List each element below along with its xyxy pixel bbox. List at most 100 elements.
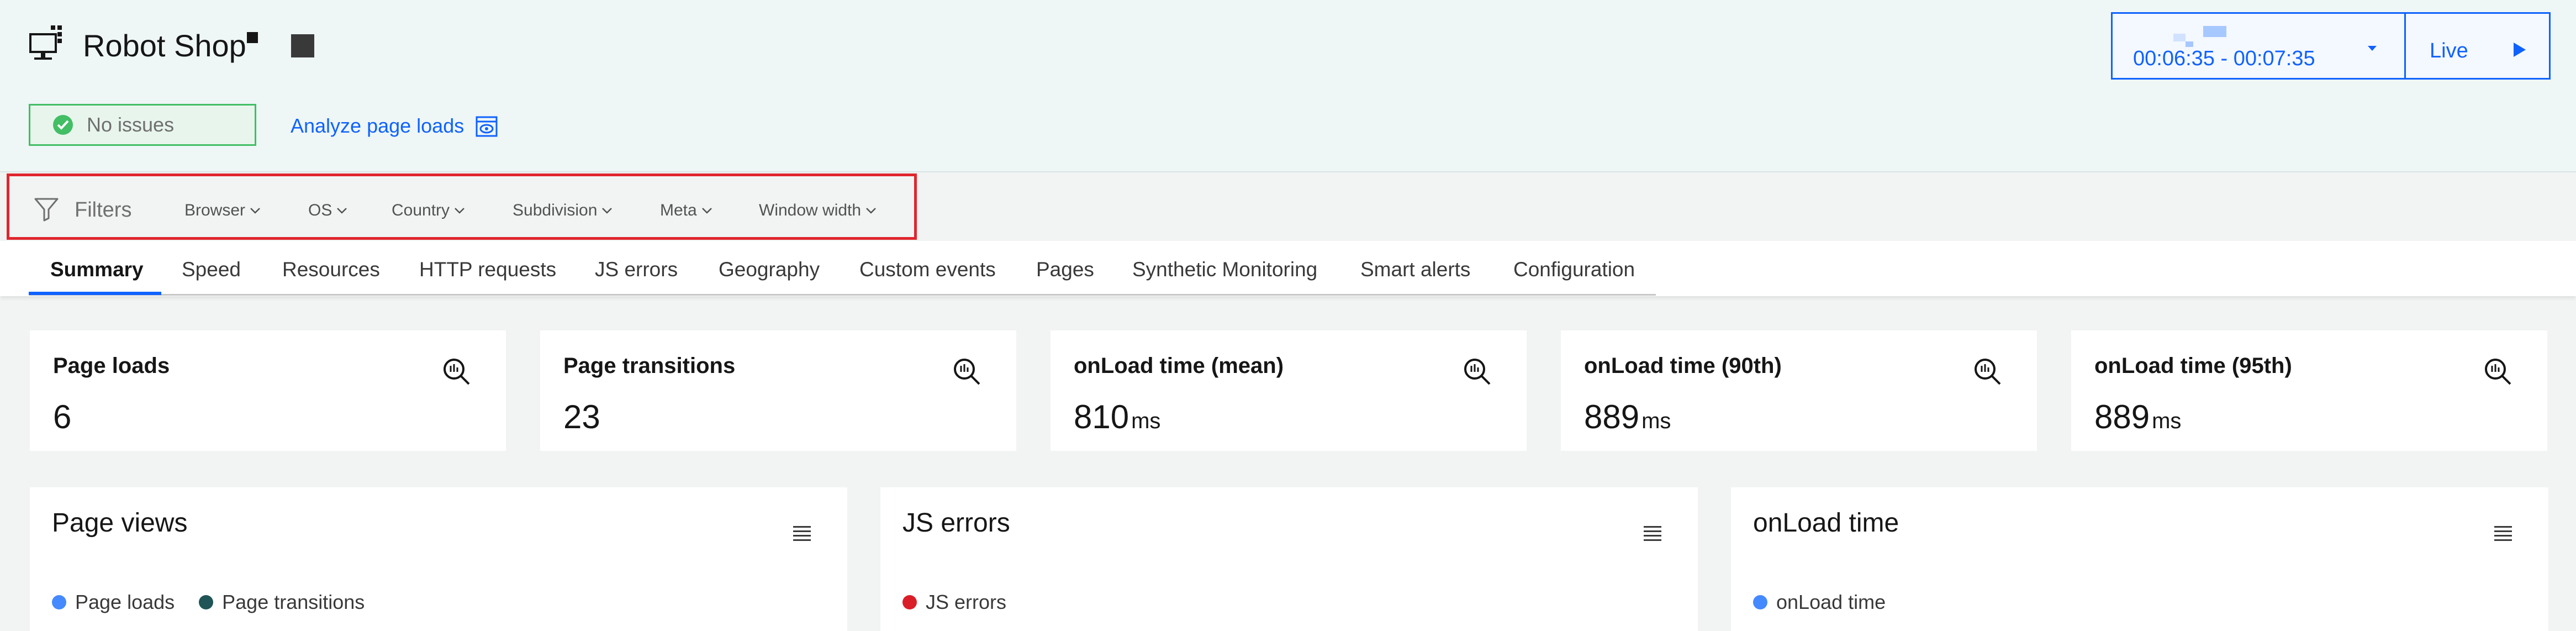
tab-js-errors[interactable]: JS errors [595, 257, 678, 282]
filter-label: Subdivision [513, 201, 598, 219]
chart-legend: Page loads Page transitions [52, 590, 389, 614]
play-icon[interactable] [2509, 40, 2528, 59]
tab-summary[interactable]: Summary [50, 257, 144, 282]
status-label: No issues [87, 113, 175, 136]
metric-unit: ms [1641, 409, 1671, 433]
tab-divider [29, 294, 1656, 296]
legend-label: JS errors [926, 591, 1007, 613]
filter-label: Meta [660, 201, 697, 219]
metric-value: 889 ms [1584, 397, 1671, 441]
funnel-icon[interactable] [34, 196, 59, 222]
metric-number: 23 [563, 398, 600, 435]
filter-subdivision[interactable]: Subdivision [513, 199, 614, 222]
metric-card-onload-90th: onLoad time (90th) 889 ms [1561, 330, 2037, 451]
metric-number: 889 [1584, 398, 1640, 435]
tab-speed[interactable]: Speed [182, 257, 241, 282]
legend-label: Page transitions [222, 591, 365, 613]
stop-icon[interactable] [291, 34, 314, 57]
legend-item-onload-time[interactable]: onLoad time [1753, 590, 1886, 614]
app-title: Robot Shop [83, 28, 246, 63]
metric-unit: ms [1131, 409, 1161, 433]
metric-number: 889 [2094, 398, 2150, 435]
filter-os[interactable]: OS [308, 199, 349, 222]
chevron-down-icon [455, 208, 464, 214]
metric-card-page-loads: Page loads 6 [30, 330, 506, 451]
legend-label: onLoad time [1776, 591, 1886, 613]
filter-label: OS [308, 201, 332, 219]
legend-item-js-errors[interactable]: JS errors [902, 590, 1006, 614]
menu-icon[interactable] [1643, 524, 1662, 544]
legend-dot [1753, 595, 1767, 609]
time-picker[interactable]: 00:06:35 - 00:07:35 Live [2111, 12, 2551, 80]
status-badge: No issues [29, 104, 256, 146]
metric-title: Page transitions [563, 354, 736, 378]
time-range-label: 00:06:35 - 00:07:35 [2133, 47, 2315, 70]
tab-resources[interactable]: Resources [282, 257, 380, 282]
filter-label: Window width [759, 201, 862, 219]
chevron-down-icon [337, 208, 347, 214]
zoom-in-icon[interactable] [1971, 355, 2004, 388]
filter-label: Country [392, 201, 450, 219]
tab-configuration[interactable]: Configuration [1513, 257, 1635, 282]
metric-number: 810 [1074, 398, 1129, 435]
chart-legend: onLoad time [1753, 590, 1910, 614]
tab-geography[interactable]: Geography [719, 257, 820, 282]
filter-meta[interactable]: Meta [660, 199, 714, 222]
menu-icon[interactable] [2493, 524, 2513, 544]
analyze-page-loads-link[interactable]: Analyze page loads [291, 114, 464, 138]
tab-http-requests[interactable]: HTTP requests [419, 257, 556, 282]
chart-card-js-errors: JS errors JS errors [880, 487, 1698, 631]
tab-smart-alerts[interactable]: Smart alerts [1360, 257, 1470, 282]
chart-title: Page views [52, 508, 188, 538]
filter-country[interactable]: Country [392, 199, 466, 222]
filter-browser[interactable]: Browser [184, 199, 262, 222]
zoom-in-icon[interactable] [2481, 355, 2514, 388]
chart-title: JS errors [902, 508, 1010, 538]
legend-label: Page loads [75, 591, 175, 613]
caret-down-icon[interactable] [2364, 40, 2380, 56]
metric-unit: ms [2152, 409, 2182, 433]
legend-item-page-transitions[interactable]: Page transitions [199, 590, 365, 614]
chevron-down-icon [250, 208, 260, 214]
timeline-preview-icon [2173, 26, 2226, 47]
menu-icon[interactable] [792, 524, 812, 544]
filter-label: Browser [184, 201, 246, 219]
page-header: Robot Shop No issues Analyze page loads … [0, 0, 2576, 240]
metric-title: onLoad time (90th) [1584, 354, 1782, 378]
legend-dot [902, 595, 917, 609]
chart-legend: JS errors [902, 590, 1031, 614]
monitor-app-icon [29, 25, 62, 60]
checkmark-icon [53, 115, 73, 135]
metric-title: onLoad time (mean) [1074, 354, 1284, 378]
metric-card-page-transitions: Page transitions 23 [540, 330, 1016, 451]
chart-card-page-views: Page views Page loads Page transitions [30, 487, 847, 631]
metric-title: Page loads [53, 354, 170, 378]
chevron-down-icon [866, 208, 876, 214]
chevron-down-icon [602, 208, 613, 214]
metric-value: 6 [53, 397, 73, 441]
metric-value: 23 [563, 397, 603, 441]
chevron-down-icon [701, 208, 712, 214]
tab-synthetic-monitoring[interactable]: Synthetic Monitoring [1132, 257, 1317, 282]
metric-number: 6 [53, 398, 72, 435]
filter-window-width[interactable]: Window width [759, 199, 878, 222]
zoom-in-icon[interactable] [950, 355, 983, 388]
tab-pages[interactable]: Pages [1036, 257, 1094, 282]
tab-custom-events[interactable]: Custom events [859, 257, 996, 282]
metric-title: onLoad time (95th) [2094, 354, 2292, 378]
chart-card-onload-time: onLoad time onLoad time [1731, 487, 2548, 631]
legend-dot [52, 595, 66, 609]
filters-label: Filters [75, 198, 132, 222]
metric-value: 889 ms [2094, 397, 2181, 441]
zoom-in-icon[interactable] [440, 355, 473, 388]
tab-bar: Summary Speed Resources HTTP requests JS… [0, 241, 2576, 296]
legend-item-page-loads[interactable]: Page loads [52, 590, 175, 614]
zoom-in-icon[interactable] [1460, 355, 1493, 388]
chart-title: onLoad time [1753, 508, 1899, 538]
status-indicator-icon [247, 32, 258, 43]
time-range-selector[interactable]: 00:06:35 - 00:07:35 [2113, 14, 2406, 78]
legend-dot [199, 595, 214, 609]
filters-bar: Filters Browser OS Country Subdivision M… [7, 173, 917, 240]
view-icon[interactable] [475, 115, 498, 138]
live-button[interactable]: Live [2430, 38, 2468, 64]
